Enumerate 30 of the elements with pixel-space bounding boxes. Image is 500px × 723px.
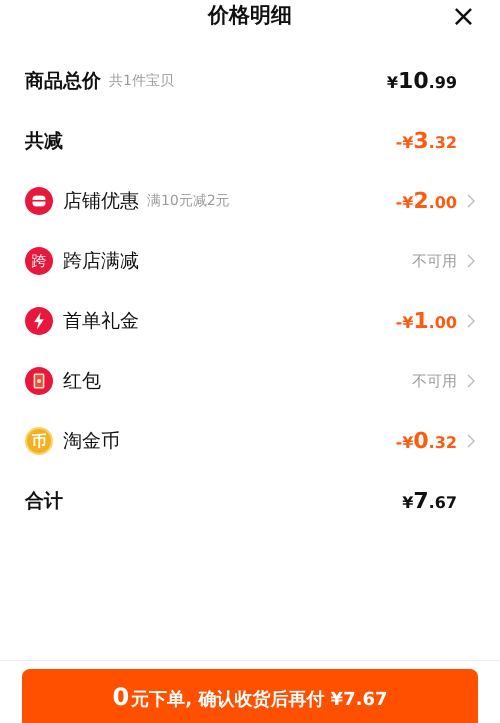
row-label: 合计 — [25, 489, 63, 514]
price-value: ¥7.67 — [402, 488, 457, 514]
chevron-right-icon[interactable] — [467, 314, 475, 328]
row-label: 红包 — [63, 369, 101, 394]
shop-icon — [25, 187, 53, 215]
chevron-right-icon[interactable] — [467, 434, 475, 448]
row-note: 共1件宝贝 — [109, 72, 174, 90]
price-value: ¥10.99 — [386, 68, 457, 94]
chevron-right-icon[interactable] — [467, 194, 475, 208]
price-value: -¥0.32 — [396, 428, 457, 454]
row-label: 跨店满减 — [63, 249, 139, 274]
status-text: 不可用 — [412, 252, 457, 270]
badge-icon: 跨 — [25, 247, 53, 275]
sheet-title: 价格明细 — [208, 2, 292, 29]
row-label: 商品总价 — [25, 69, 101, 94]
row-label: 店铺优惠 — [63, 189, 139, 214]
price-value: -¥1.00 — [396, 308, 457, 334]
status-text: 不可用 — [412, 372, 457, 390]
row-label: 首单礼金 — [63, 309, 139, 334]
close-button[interactable]: × — [446, 2, 480, 32]
row-label: 共减 — [25, 129, 63, 154]
chevron-right-icon[interactable] — [467, 254, 475, 268]
coin-icon: 币 — [25, 427, 53, 455]
lightning-icon — [25, 307, 53, 335]
row-label: 淘金币 — [63, 429, 120, 454]
chevron-right-icon[interactable] — [467, 374, 475, 388]
envelope-icon — [25, 367, 53, 395]
price-value: -¥3.32 — [396, 128, 457, 154]
price-value: -¥2.00 — [396, 188, 457, 214]
row-note: 满10元减2元 — [147, 192, 230, 210]
